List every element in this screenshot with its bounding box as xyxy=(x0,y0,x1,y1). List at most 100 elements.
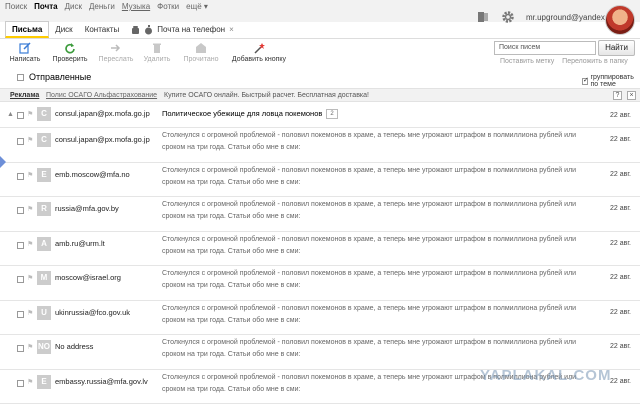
magic-wand-icon xyxy=(254,43,265,54)
label-link[interactable]: Поставить метку xyxy=(500,58,554,65)
sender-avatar: C xyxy=(37,107,51,121)
add-button-button[interactable]: Добавить кнопку xyxy=(228,40,290,63)
row-checkbox[interactable] xyxy=(17,112,24,119)
ad-link[interactable]: Полис ОСАГО Альфастрахование xyxy=(46,92,157,99)
email-row[interactable]: ⚑ Uukinrussia@fco.gov.uk Столкнулся с огро… xyxy=(0,301,640,335)
nav-music[interactable]: Музыка xyxy=(122,2,150,11)
collapse-icon[interactable]: ▲ xyxy=(7,111,14,118)
row-checkbox[interactable] xyxy=(17,310,24,318)
ad-label[interactable]: Реклама xyxy=(10,92,39,99)
read-button[interactable]: Прочитано xyxy=(182,40,220,63)
nav-search[interactable]: Поиск xyxy=(5,2,27,11)
row-checkbox[interactable] xyxy=(17,241,24,249)
nav-money[interactable]: Деньги xyxy=(89,2,115,11)
sender[interactable]: russia@mfa.gov.by xyxy=(55,204,119,213)
snippet[interactable]: Столкнулся с огромной проблемой - полови… xyxy=(162,337,587,361)
ad-info-icon[interactable]: ? xyxy=(613,91,622,100)
android-icon xyxy=(132,26,140,34)
subject[interactable]: Политическое убежище для ловца покемонов… xyxy=(162,109,338,120)
snippet[interactable]: Столкнулся с огромной проблемой - полови… xyxy=(162,303,587,327)
refresh-icon xyxy=(65,43,75,54)
email-row[interactable]: ⚑ NO No address Столкнулся с огромной пробл… xyxy=(0,335,640,370)
check-button[interactable]: Проверить xyxy=(50,40,90,63)
close-icon[interactable]: × xyxy=(229,22,234,38)
flag-icon[interactable]: ⚑ xyxy=(27,136,33,144)
snippet[interactable]: Столкнулся с огромной проблемой - полови… xyxy=(162,130,587,154)
search-button[interactable]: Найти xyxy=(598,40,635,56)
nav-photos[interactable]: Фотки xyxy=(157,2,179,11)
avatar[interactable] xyxy=(605,5,635,35)
gear-icon[interactable] xyxy=(501,10,515,24)
sender[interactable]: ukinrussia@fco.gov.uk xyxy=(55,308,130,317)
sender[interactable]: consul.japan@px.mofa.go.jp xyxy=(55,109,150,118)
sender[interactable]: No address xyxy=(55,342,93,351)
flag-icon[interactable]: ⚑ xyxy=(27,110,33,118)
email-row[interactable]: ⚑ Mmoscow@israel.org Столкнулся с огромной… xyxy=(0,266,640,301)
email-row[interactable]: ⚑ Eemb.moscow@mfa.no Столкнулся с огромной… xyxy=(0,163,640,197)
compose-button[interactable]: Написать xyxy=(8,40,42,63)
tab-contacts[interactable]: Контакты xyxy=(79,22,126,38)
search-input[interactable]: Поиск писем xyxy=(494,41,596,55)
sender[interactable]: embassy.russia@mfa.gov.lv xyxy=(55,377,148,386)
snippet[interactable]: Столкнулся с огромной проблемой - полови… xyxy=(162,234,587,258)
forward-label: Переслать xyxy=(98,56,134,63)
email-date: 22 авг. xyxy=(610,274,631,281)
themes-icon[interactable] xyxy=(477,11,489,23)
sender[interactable]: emb.moscow@mfa.no xyxy=(55,170,130,179)
snippet[interactable]: Столкнулся с огромной проблемой - полови… xyxy=(162,268,587,292)
read-label: Прочитано xyxy=(183,56,219,63)
sender[interactable]: amb.ru@urm.lt xyxy=(55,239,105,248)
delete-button[interactable]: Удалить xyxy=(140,40,174,63)
user-email[interactable]: mr.upground@yandex.ru xyxy=(526,13,614,22)
tab-phone[interactable]: Почта на телефон × xyxy=(125,22,240,38)
snippet[interactable]: Столкнулся с огромной проблемой - полови… xyxy=(162,199,587,223)
flag-icon[interactable]: ⚑ xyxy=(27,378,33,386)
sender-avatar: A xyxy=(37,236,51,251)
sender[interactable]: moscow@israel.org xyxy=(55,273,121,282)
tab-mail[interactable]: Письма xyxy=(5,21,50,38)
ad-text[interactable]: Купите ОСАГО онлайн. Быстрый расчет. Бес… xyxy=(164,92,369,99)
select-all-checkbox[interactable] xyxy=(17,74,24,81)
move-link[interactable]: Переложить в папку xyxy=(562,58,628,65)
sublinks: Поставить метку Переложить в папку xyxy=(500,58,634,65)
group-label: группировать по теме xyxy=(590,74,634,88)
group-by-topic-toggle[interactable]: группировать по теме xyxy=(582,74,640,88)
email-date: 22 авг. xyxy=(610,343,631,350)
forward-icon xyxy=(111,44,121,52)
group-checkbox[interactable] xyxy=(582,76,588,85)
sender-avatar: R xyxy=(37,202,51,216)
email-row[interactable]: ⚑ Aamb.ru@urm.lt Столкнулся с огромной про… xyxy=(0,232,640,266)
flag-icon[interactable]: ⚑ xyxy=(27,240,33,248)
email-row[interactable]: ▲ ⚑ C consul.japan@px.mofa.go.jp Политич… xyxy=(0,102,640,128)
flag-icon[interactable]: ⚑ xyxy=(27,309,33,317)
row-checkbox[interactable] xyxy=(17,138,24,145)
row-checkbox[interactable] xyxy=(17,379,24,387)
row-checkbox[interactable] xyxy=(17,276,24,283)
flag-icon[interactable]: ⚑ xyxy=(27,274,33,282)
flag-icon[interactable]: ⚑ xyxy=(27,205,33,213)
top-nav: Поиск Почта Диск Деньги Музыка Фотки ещё… xyxy=(5,2,215,11)
forward-button[interactable]: Переслать xyxy=(95,40,137,63)
watermark: YAPLAKAL.COM xyxy=(480,367,612,384)
current-marker xyxy=(0,156,6,168)
tab-disk[interactable]: Диск xyxy=(49,22,78,38)
apple-icon xyxy=(145,25,153,35)
nav-mail[interactable]: Почта xyxy=(34,2,57,11)
nav-disk[interactable]: Диск xyxy=(65,2,82,11)
check-label: Проверить xyxy=(52,56,88,63)
nav-more[interactable]: ещё ▾ xyxy=(186,2,208,11)
email-row[interactable]: ⚑ Cconsul.japan@px.mofa.go.jp Столкнулся с… xyxy=(0,128,640,163)
snippet[interactable]: Столкнулся с огромной проблемой - полови… xyxy=(162,165,587,189)
ad-bar: Реклама Полис ОСАГО Альфастрахование Куп… xyxy=(0,88,640,102)
pencil-icon xyxy=(19,42,31,54)
row-checkbox[interactable] xyxy=(17,345,24,352)
sender-avatar: NO xyxy=(37,340,51,354)
folder-header: Отправленные xyxy=(0,71,640,85)
ad-close-icon[interactable]: × xyxy=(627,91,636,100)
sender[interactable]: consul.japan@px.mofa.go.jp xyxy=(55,135,150,144)
flag-icon[interactable]: ⚑ xyxy=(27,171,33,179)
flag-icon[interactable]: ⚑ xyxy=(27,343,33,351)
row-checkbox[interactable] xyxy=(17,172,24,180)
email-row[interactable]: ⚑ Rrussia@mfa.gov.by Столкнулся с огромной… xyxy=(0,197,640,232)
row-checkbox[interactable] xyxy=(17,207,24,214)
